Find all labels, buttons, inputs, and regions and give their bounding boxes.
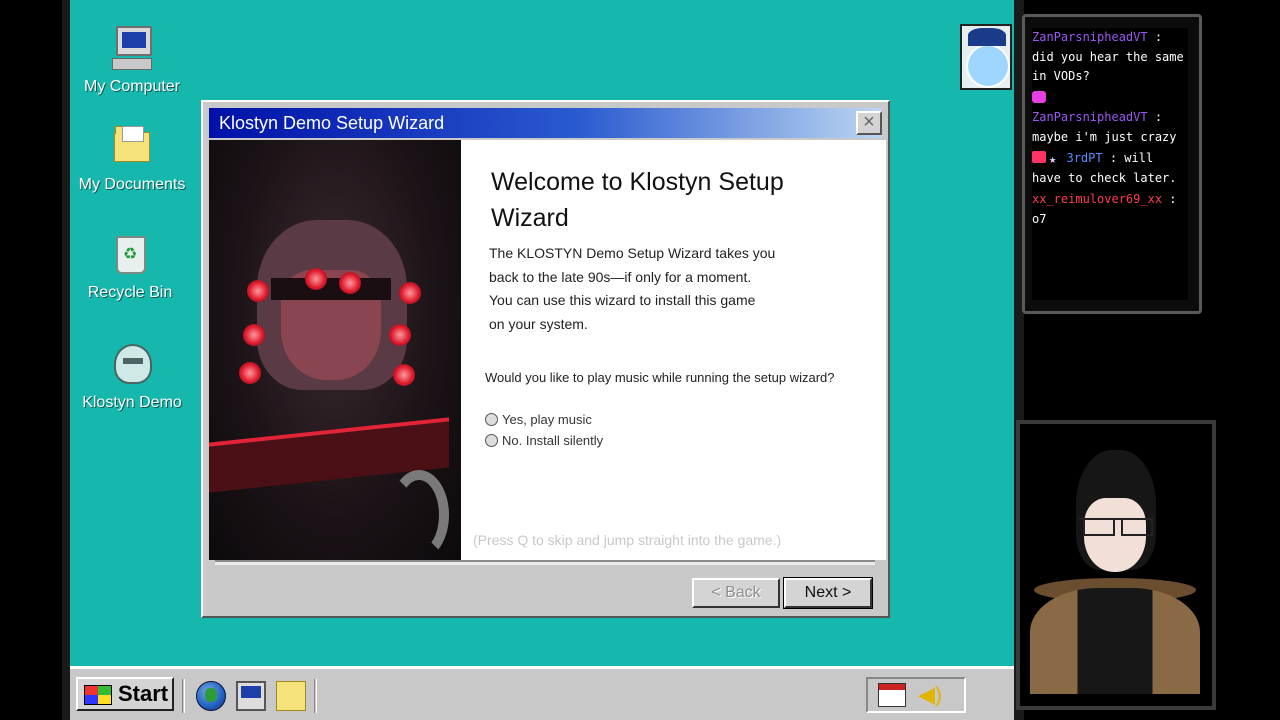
taskbar-divider — [182, 679, 185, 713]
chat-panel: ZanParsnipheadVT : did you hear the same… — [1032, 28, 1188, 300]
desktop-icon-label: My Documents — [78, 176, 186, 193]
chat-username: ZanParsnipheadVT — [1032, 30, 1148, 44]
windows-logo-icon — [84, 685, 112, 705]
vtuber-avatar — [1024, 438, 1202, 694]
folder-icon — [110, 124, 154, 170]
separator — [215, 560, 875, 565]
desktop-icon-label: Recycle Bin — [87, 284, 173, 301]
frame-left — [62, 0, 70, 720]
stream-screen: My Computer My Documents Recycle Bin Klo… — [0, 0, 1280, 720]
recycle-bin-icon — [108, 232, 152, 278]
next-button[interactable]: Next > — [783, 577, 873, 609]
desktop-icon-label: My Computer — [83, 78, 181, 95]
start-button[interactable]: Start — [76, 677, 174, 711]
back-button[interactable]: < Back — [692, 578, 780, 608]
calendar-icon[interactable] — [878, 683, 906, 707]
radio-no-install-silently[interactable]: No. Install silently — [485, 433, 603, 448]
radio-label: Yes, play music — [502, 412, 592, 427]
globe-icon[interactable] — [196, 681, 226, 711]
radio-button-icon — [485, 413, 498, 426]
chat-message: ★ 3rdPT : will have to check later. — [1032, 149, 1188, 188]
system-tray: ◀) — [866, 677, 966, 713]
chat-username: ZanParsnipheadVT — [1032, 110, 1148, 124]
start-label: Start — [118, 681, 169, 706]
desktop-icon-recycle-bin[interactable]: Recycle Bin — [70, 232, 190, 302]
desktop-icon-klostyn-demo[interactable]: Klostyn Demo — [72, 342, 192, 412]
chat-message: ZanParsnipheadVT : did you hear the same… — [1032, 28, 1188, 87]
taskbar-divider — [314, 679, 317, 713]
desktop-icon-label: Klostyn Demo — [82, 394, 182, 411]
wizard-body: Welcome to Klostyn Setup Wizard The KLOS… — [209, 140, 886, 560]
desktop-icon-my-documents[interactable]: My Documents — [72, 124, 192, 194]
window-title: Klostyn Demo Setup Wizard — [219, 113, 445, 133]
heart-badge-icon — [1032, 90, 1046, 103]
radio-button-icon — [485, 434, 498, 447]
folder-icon[interactable] — [276, 681, 306, 711]
camera-badge-icon — [1032, 151, 1046, 163]
chat-message: ZanParsnipheadVT : maybe i'm just crazy — [1032, 89, 1188, 148]
taskbar: Start ◀) — [70, 666, 1014, 720]
computer-icon[interactable] — [236, 681, 266, 711]
computer-icon — [110, 26, 154, 72]
streamer-avatar-icon — [960, 24, 1012, 90]
klostyn-icon — [110, 342, 154, 388]
klostyn-artwork — [209, 140, 461, 560]
title-bar[interactable]: Klostyn Demo Setup Wizard — [209, 108, 882, 138]
skip-hint: (Press Q to skip and jump straight into … — [473, 532, 782, 548]
wizard-content: Welcome to Klostyn Setup Wizard The KLOS… — [473, 140, 885, 560]
wizard-description: The KLOSTYN Demo Setup Wizard takes you … — [489, 245, 776, 332]
radio-label: No. Install silently — [502, 433, 604, 448]
chat-username: xx_reimulover69_xx — [1032, 192, 1163, 206]
star-badge-icon: ★ — [1049, 152, 1057, 166]
volume-icon[interactable]: ◀) — [918, 683, 942, 707]
chat-username: 3rdPT — [1066, 151, 1103, 165]
radio-yes-play-music[interactable]: Yes, play music — [485, 412, 592, 427]
close-button[interactable]: × — [856, 111, 882, 135]
chat-message: xx_reimulover69_xx : o7 — [1032, 190, 1188, 229]
setup-wizard-window: Klostyn Demo Setup Wizard × Welcome to K… — [201, 100, 890, 618]
wizard-heading: Welcome to Klostyn Setup Wizard — [491, 168, 784, 232]
desktop-icon-my-computer[interactable]: My Computer — [72, 26, 192, 96]
music-question: Would you like to play music while runni… — [485, 370, 835, 385]
